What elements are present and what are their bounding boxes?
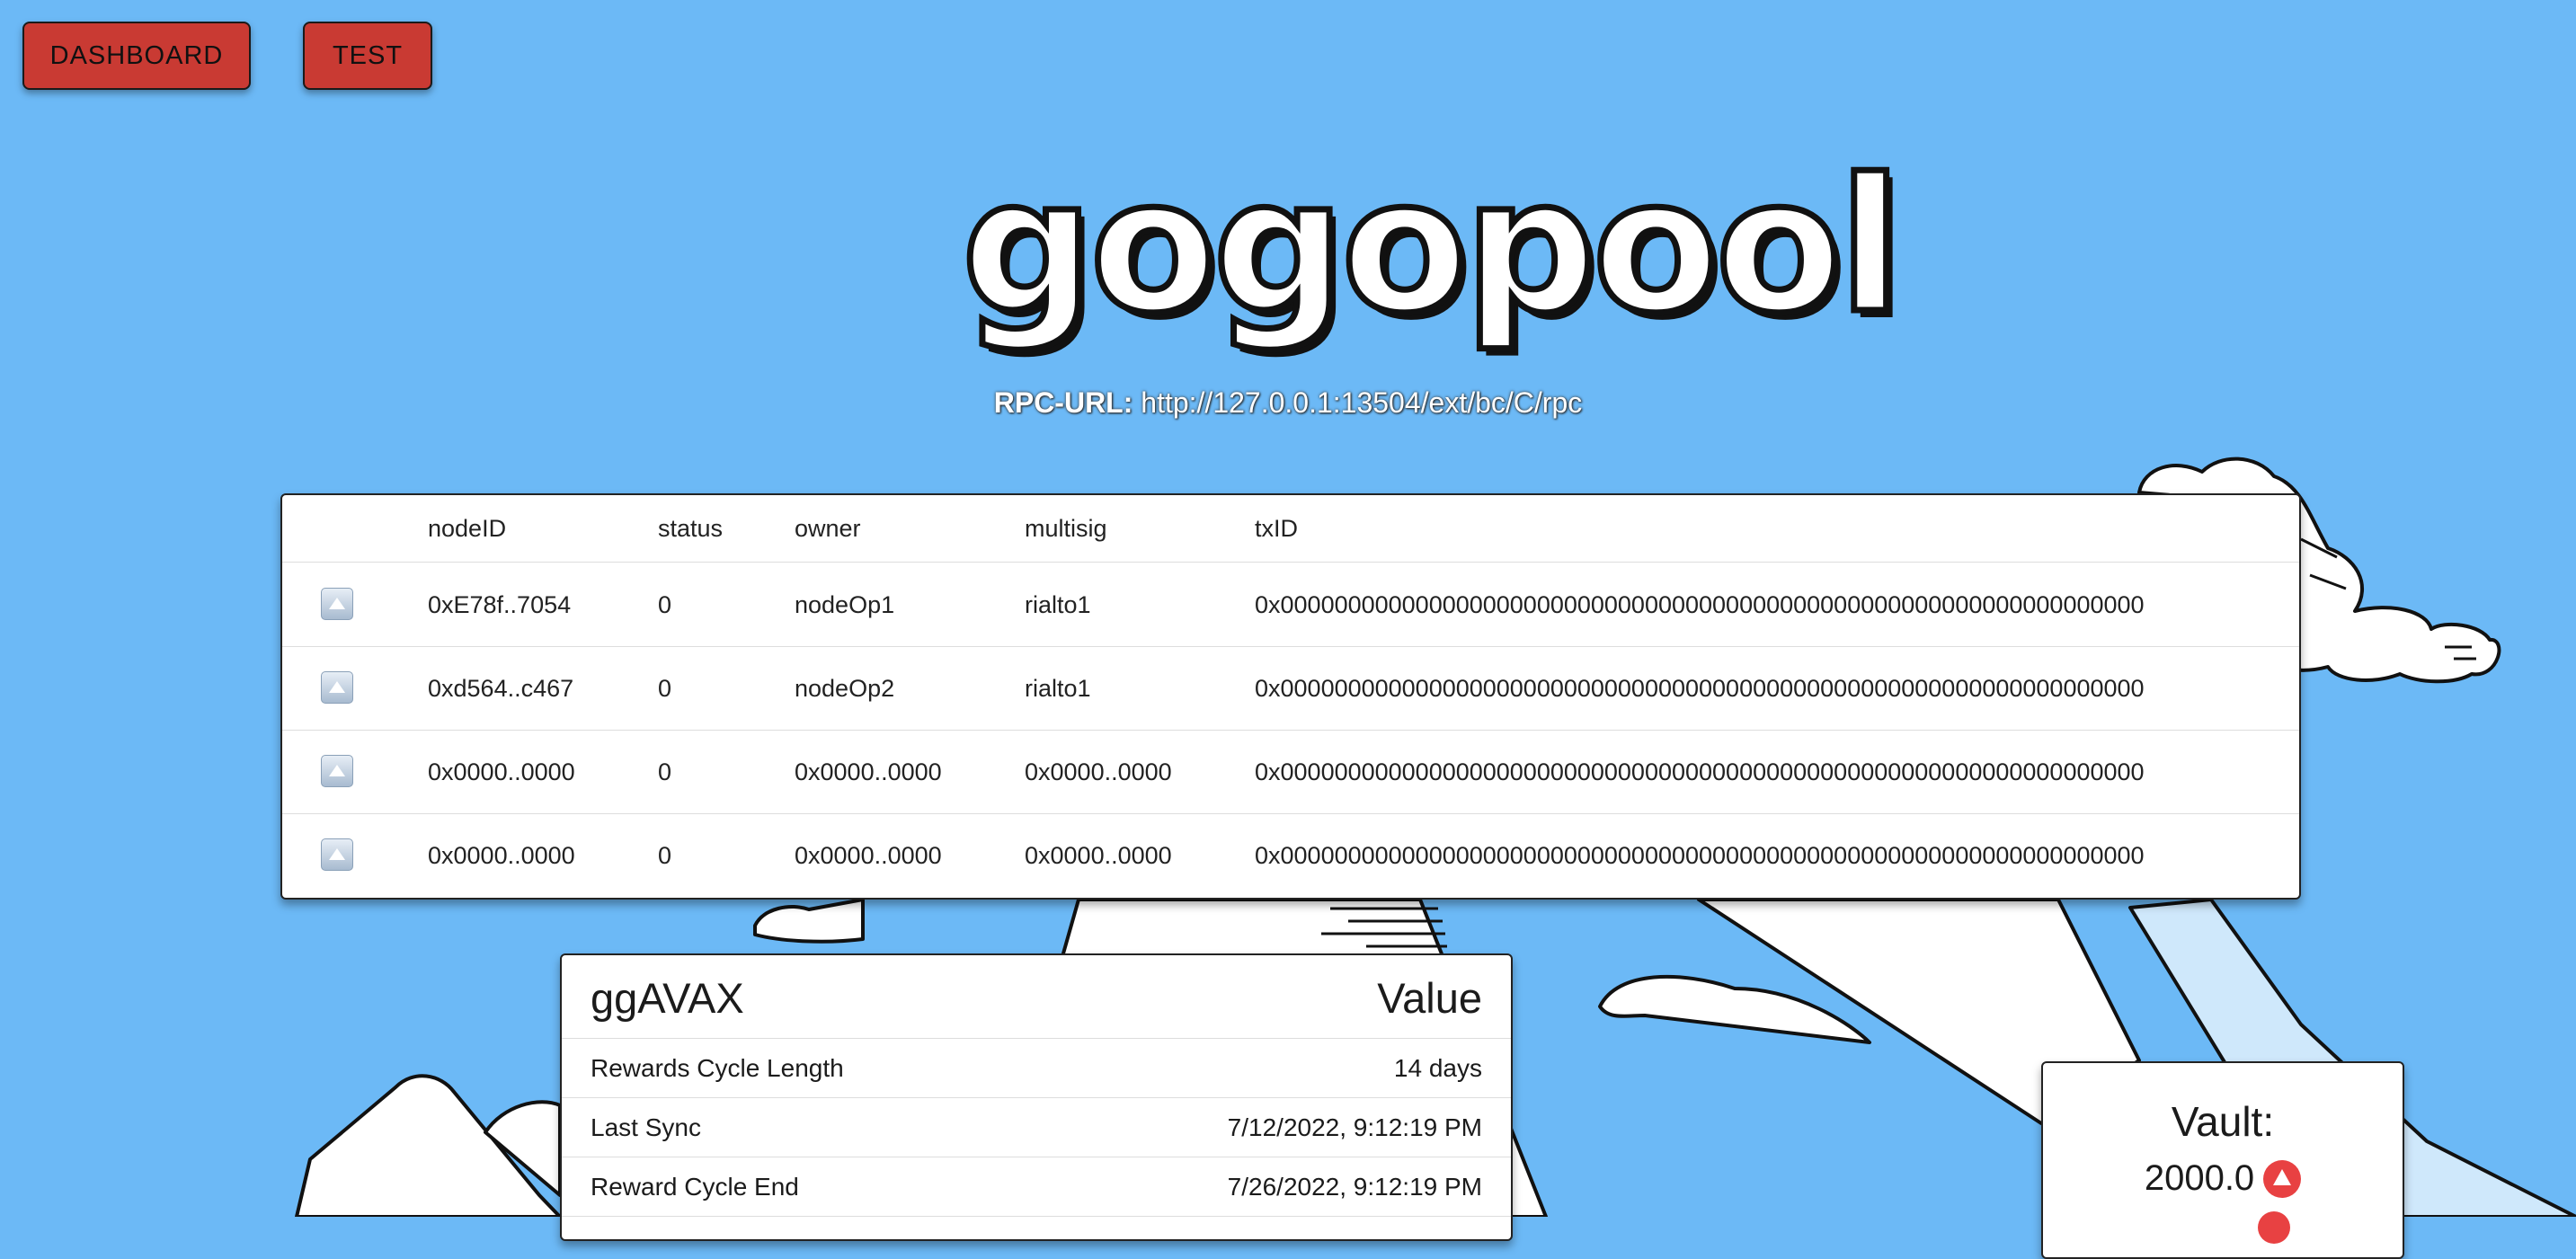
vault-title: Vault: — [2171, 1098, 2275, 1145]
cell-nodeid: 0xd564..c467 — [428, 675, 574, 702]
header-owner: owner — [795, 515, 861, 542]
expand-row-icon[interactable] — [321, 588, 353, 620]
cell-nodeid: 0x0000..0000 — [428, 758, 575, 785]
table-row: 0xd564..c467 0 nodeOp2 rialto1 0x0000000… — [282, 646, 2299, 731]
ggavax-row: Rewards Cycle Length 14 days — [562, 1039, 1511, 1098]
cell-txid: 0x00000000000000000000000000000000000000… — [1255, 591, 2145, 618]
cell-owner: 0x0000..0000 — [795, 758, 942, 785]
test-button[interactable]: TEST — [303, 22, 432, 90]
cell-multisig: 0x0000..0000 — [1025, 842, 1172, 869]
vault-amount: 2000.0 — [2144, 1158, 2255, 1198]
table-row: 0x0000..0000 0 0x0000..0000 0x0000..0000… — [282, 730, 2299, 814]
value-header: Value — [1377, 974, 1482, 1022]
cell-status: 0 — [658, 842, 672, 869]
rpc-url-value: http://127.0.0.1:13504/ext/bc/C/rpc — [1141, 386, 1583, 419]
rpc-url-label: RPC-URL: — [993, 386, 1133, 419]
expand-row-icon[interactable] — [321, 755, 353, 787]
ggavax-row-value: 7/26/2022, 9:12:19 PM — [1227, 1173, 1482, 1201]
cell-txid: 0x00000000000000000000000000000000000000… — [1255, 758, 2145, 785]
cell-status: 0 — [658, 591, 672, 618]
cell-nodeid: 0x0000..0000 — [428, 842, 575, 869]
vault-card: Vault: 2000.0 — [2041, 1061, 2404, 1259]
expand-row-icon[interactable] — [321, 671, 353, 704]
cell-owner: nodeOp2 — [795, 675, 895, 702]
table-row: 0x0000..0000 0 0x0000..0000 0x0000..0000… — [282, 813, 2299, 897]
header-status: status — [658, 515, 724, 542]
cell-status: 0 — [658, 758, 672, 785]
avax-icon — [2258, 1211, 2290, 1244]
cell-txid: 0x00000000000000000000000000000000000000… — [1255, 675, 2145, 702]
header-multisig: multisig — [1025, 515, 1107, 542]
rpc-url-line: RPC-URL: http://127.0.0.1:13504/ext/bc/C… — [0, 386, 2576, 420]
ggavax-row-label: Reward Cycle End — [591, 1173, 799, 1201]
vault-balance: 2000.0 — [2043, 1158, 2403, 1199]
ggavax-header: ggAVAX Value — [562, 955, 1511, 1039]
dashboard-button[interactable]: DASHBOARD — [22, 22, 251, 90]
ggavax-row-value: 7/12/2022, 9:12:19 PM — [1227, 1113, 1482, 1141]
gogopool-logo: gogopool — [959, 137, 1905, 358]
cell-status: 0 — [658, 675, 672, 702]
ggavax-row-value: 14 days — [1393, 1054, 1482, 1082]
cell-txid: 0x00000000000000000000000000000000000000… — [1255, 842, 2145, 869]
cell-owner: nodeOp1 — [795, 591, 895, 618]
ggavax-row-label: Last Sync — [591, 1113, 701, 1141]
ggavax-row: Last Sync 7/12/2022, 9:12:19 PM — [562, 1098, 1511, 1157]
header-txid: txID — [1255, 515, 1299, 542]
ggavax-title: ggAVAX — [591, 974, 744, 1022]
header-nodeid: nodeID — [428, 515, 507, 542]
cell-owner: 0x0000..0000 — [795, 842, 942, 869]
cell-multisig: rialto1 — [1025, 591, 1091, 618]
table-row: 0xE78f..7054 0 nodeOp1 rialto1 0x0000000… — [282, 563, 2299, 647]
expand-row-icon[interactable] — [321, 838, 353, 871]
minipools-table: nodeID status owner multisig txID 0xE78f… — [280, 493, 2301, 900]
ggavax-row: Reward Cycle End 7/26/2022, 9:12:19 PM — [562, 1157, 1511, 1217]
cloud-left — [753, 898, 865, 944]
cell-nodeid: 0xE78f..7054 — [428, 591, 572, 618]
cell-multisig: rialto1 — [1025, 675, 1091, 702]
ggavax-table: ggAVAX Value Rewards Cycle Length 14 day… — [560, 953, 1513, 1241]
ggavax-row-label: Rewards Cycle Length — [591, 1054, 844, 1082]
cell-multisig: 0x0000..0000 — [1025, 758, 1172, 785]
avax-icon — [2263, 1159, 2302, 1198]
table-header: nodeID status owner multisig txID — [282, 495, 2299, 563]
